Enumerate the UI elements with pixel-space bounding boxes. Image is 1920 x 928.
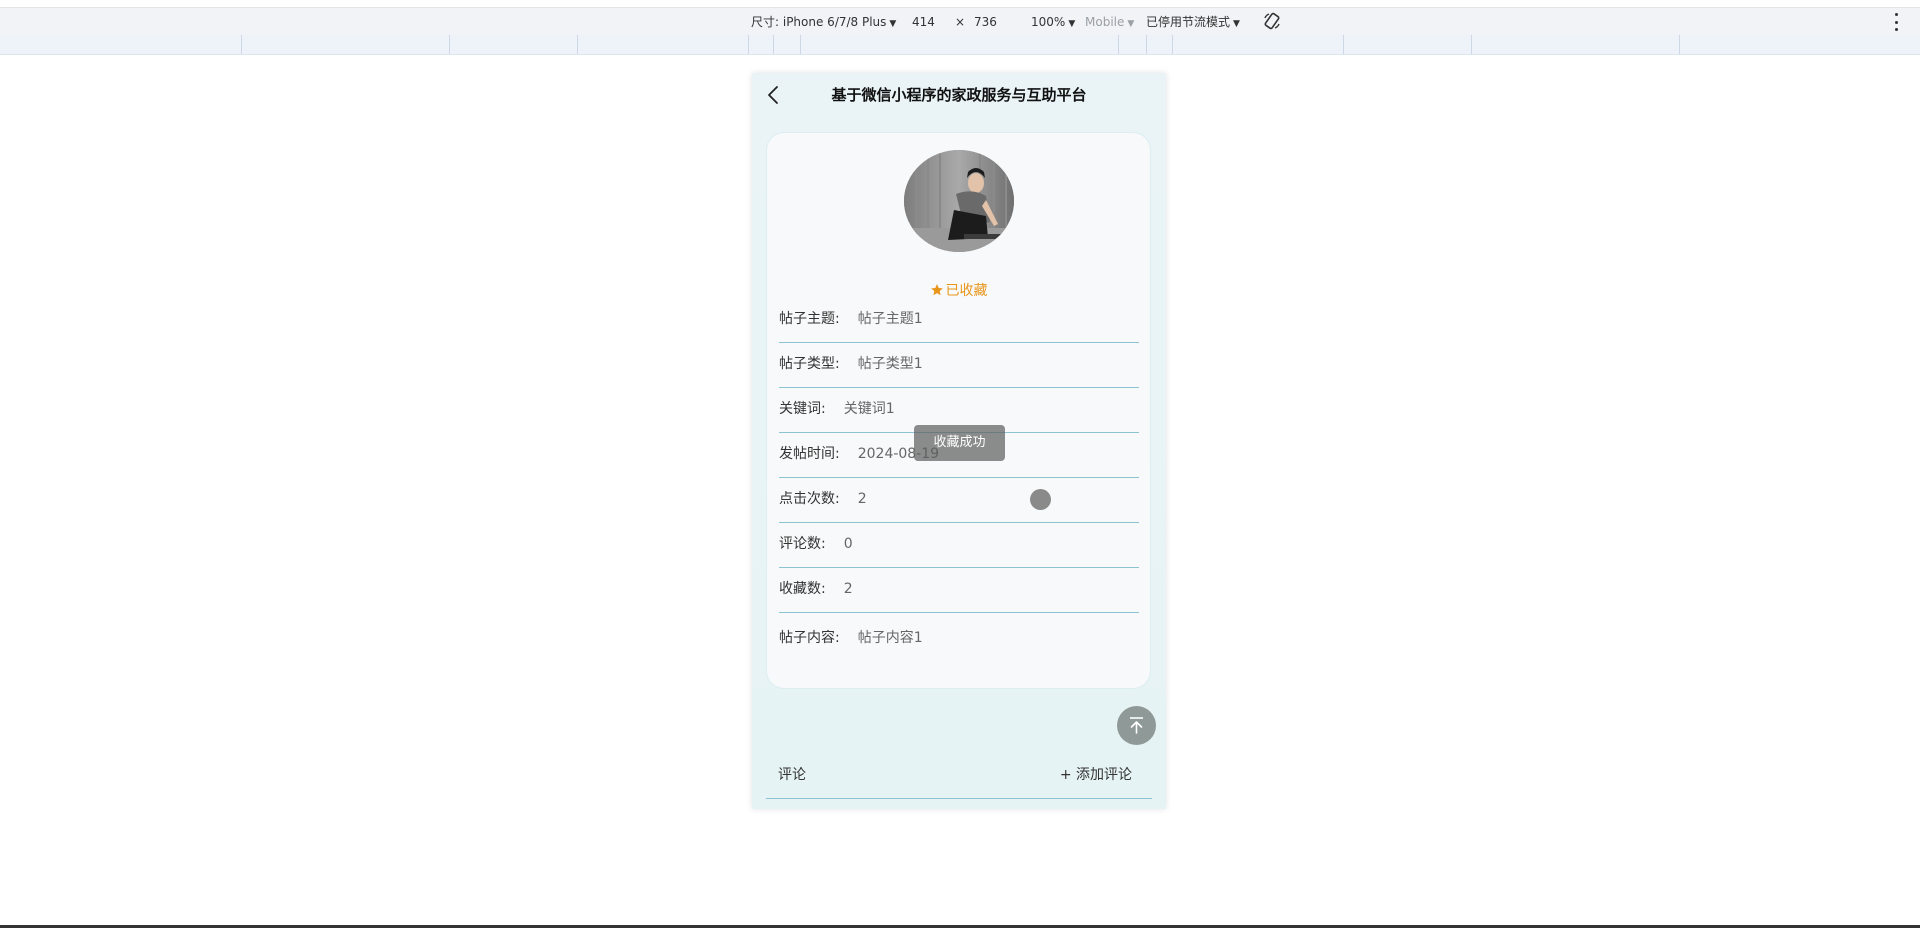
devtools-device-toolbar: 尺寸: iPhone 6/7/8 Plus ▼ 414 × 736 100% ▼ M… bbox=[0, 7, 1920, 36]
field-row-comment-count: 评论数: 0 bbox=[779, 522, 1139, 568]
field-label: 点击次数: bbox=[779, 491, 840, 507]
zoom-label: 100% bbox=[1031, 15, 1066, 29]
field-row-favorite-count: 收藏数: 2 bbox=[779, 567, 1139, 613]
zoom-select[interactable]: 100% ▼ bbox=[1031, 14, 1075, 32]
field-label: 发帖时间: bbox=[779, 446, 840, 462]
post-detail-card: 已收藏 帖子主题: 帖子主题1 帖子类型: 帖子类型1 关键词: 关键词1 发帖时间:… bbox=[766, 132, 1151, 689]
chevron-down-icon: ▼ bbox=[1233, 19, 1240, 29]
chevron-down-icon: ▼ bbox=[1127, 19, 1135, 29]
throttle-select[interactable]: 已停用节流模式 ▼ bbox=[1146, 14, 1240, 32]
field-label: 评论数: bbox=[779, 536, 826, 552]
comment-section-header: 评论 + 添加评论 bbox=[766, 753, 1152, 799]
viewport-height-input[interactable]: 736 bbox=[974, 14, 997, 30]
viewport-width-input[interactable]: 414 bbox=[912, 14, 935, 30]
touch-cursor bbox=[1030, 489, 1051, 510]
page-title: 基于微信小程序的家政服务与互助平台 bbox=[831, 86, 1087, 104]
field-value: 帖子主题1 bbox=[857, 311, 923, 327]
more-options-icon[interactable] bbox=[1893, 13, 1899, 31]
field-label: 帖子类型: bbox=[779, 356, 840, 372]
field-value: 帖子类型1 bbox=[857, 356, 923, 372]
device-select-label: 尺寸: iPhone 6/7/8 Plus bbox=[751, 15, 887, 29]
back-icon[interactable] bbox=[760, 81, 788, 109]
field-value: 0 bbox=[843, 536, 853, 552]
field-value: 2 bbox=[857, 491, 867, 507]
field-row-content: 帖子内容: 帖子内容1 bbox=[779, 616, 1139, 661]
post-image bbox=[904, 150, 1014, 252]
mode-label: Mobile bbox=[1085, 15, 1125, 29]
throttle-label: 已停用节流模式 bbox=[1146, 15, 1231, 29]
navigation-bar: 基于微信小程序的家政服务与互助平台 bbox=[752, 73, 1166, 117]
mode-select[interactable]: Mobile ▼ bbox=[1085, 14, 1134, 32]
comment-label: 评论 bbox=[778, 767, 806, 783]
add-comment-button[interactable]: + 添加评论 bbox=[1060, 753, 1132, 798]
dimension-separator: × bbox=[955, 15, 966, 29]
field-value: 关键词1 bbox=[843, 401, 895, 417]
rotate-icon[interactable] bbox=[1263, 12, 1281, 30]
field-label: 收藏数: bbox=[779, 581, 826, 597]
chevron-down-icon: ▼ bbox=[1068, 19, 1076, 29]
media-query-ruler bbox=[0, 35, 1920, 55]
field-label: 帖子主题: bbox=[779, 311, 840, 327]
field-value: 帖子内容1 bbox=[857, 630, 923, 646]
field-row-topic: 帖子主题: 帖子主题1 bbox=[779, 297, 1139, 343]
chevron-down-icon: ▼ bbox=[889, 19, 897, 29]
toast-message: 收藏成功 bbox=[914, 425, 1005, 461]
field-value: 2 bbox=[843, 581, 853, 597]
device-select[interactable]: 尺寸: iPhone 6/7/8 Plus ▼ bbox=[751, 14, 896, 32]
field-row-type: 帖子类型: 帖子类型1 bbox=[779, 342, 1139, 388]
phone-viewport: 基于微信小程序的家政服务与互助平台 已收藏 帖子主题: 帖子主题1 帖子类型: … bbox=[752, 73, 1166, 809]
field-label: 关键词: bbox=[779, 401, 826, 417]
star-icon bbox=[930, 284, 943, 296]
field-label: 帖子内容: bbox=[779, 630, 840, 646]
back-to-top-button[interactable] bbox=[1117, 706, 1156, 745]
arrow-up-icon bbox=[1130, 717, 1143, 734]
field-row-click-count: 点击次数: 2 bbox=[779, 477, 1139, 523]
